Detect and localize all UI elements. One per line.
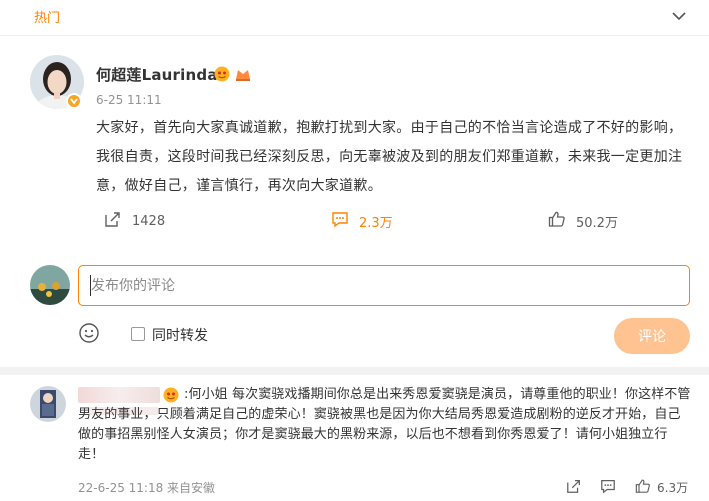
text-caret <box>90 275 91 296</box>
submit-comment-button[interactable]: 评论 <box>614 318 690 354</box>
repost-checkbox[interactable] <box>131 327 145 341</box>
post-actions: 1428 2.3万 50.2万 <box>0 205 709 237</box>
like-count: 50.2万 <box>576 215 618 231</box>
comment-meta: 22-6-25 11:18 来自安徽 <box>78 481 216 495</box>
current-user-avatar[interactable] <box>30 265 70 305</box>
repost-icon <box>566 478 588 497</box>
fan-badge-icon <box>214 66 230 82</box>
thumbs-up-icon <box>548 210 576 232</box>
feed-header: 热门 <box>0 0 709 36</box>
commenter-avatar[interactable] <box>30 386 66 422</box>
comment-like-count: 6.3万 <box>657 480 689 495</box>
author-name[interactable]: 何超莲Laurinda <box>96 64 218 85</box>
member-badge-icon <box>234 66 252 82</box>
post-time[interactable]: 6-25 11:11 <box>96 93 162 107</box>
comment-count: 2.3万 <box>359 215 393 231</box>
like-button[interactable]: 50.2万 <box>548 205 618 237</box>
comment-text: :何小姐 每次窦骁戏播期间你总是出来秀恩爱窦骁是演员，请尊重他的职业！你这样不管… <box>78 387 691 462</box>
comment-icon <box>600 478 622 497</box>
repost-icon <box>104 210 132 232</box>
verified-icon <box>66 93 82 109</box>
repost-checkbox-label[interactable]: 同时转发 <box>152 325 208 345</box>
post-text: 大家好，首先向大家真诚道歉，抱歉打扰到大家。由于自己的不恰当言论造成了不好的影响… <box>96 120 683 194</box>
comment-reply-button[interactable] <box>600 478 622 496</box>
chevron-down-icon[interactable] <box>668 5 690 27</box>
comment-button[interactable]: 2.3万 <box>331 205 393 237</box>
emoji-icon[interactable] <box>78 322 100 344</box>
section-divider <box>0 367 709 375</box>
comment-like-button[interactable]: 6.3万 <box>635 478 688 496</box>
comment-input[interactable] <box>78 265 690 306</box>
repost-count: 1428 <box>132 213 166 229</box>
tab-hot[interactable]: 热门 <box>34 7 60 26</box>
comment-repost-button[interactable] <box>566 478 588 496</box>
thumbs-up-icon <box>635 478 657 497</box>
repost-button[interactable]: 1428 <box>104 205 165 237</box>
comment-icon <box>331 210 359 232</box>
